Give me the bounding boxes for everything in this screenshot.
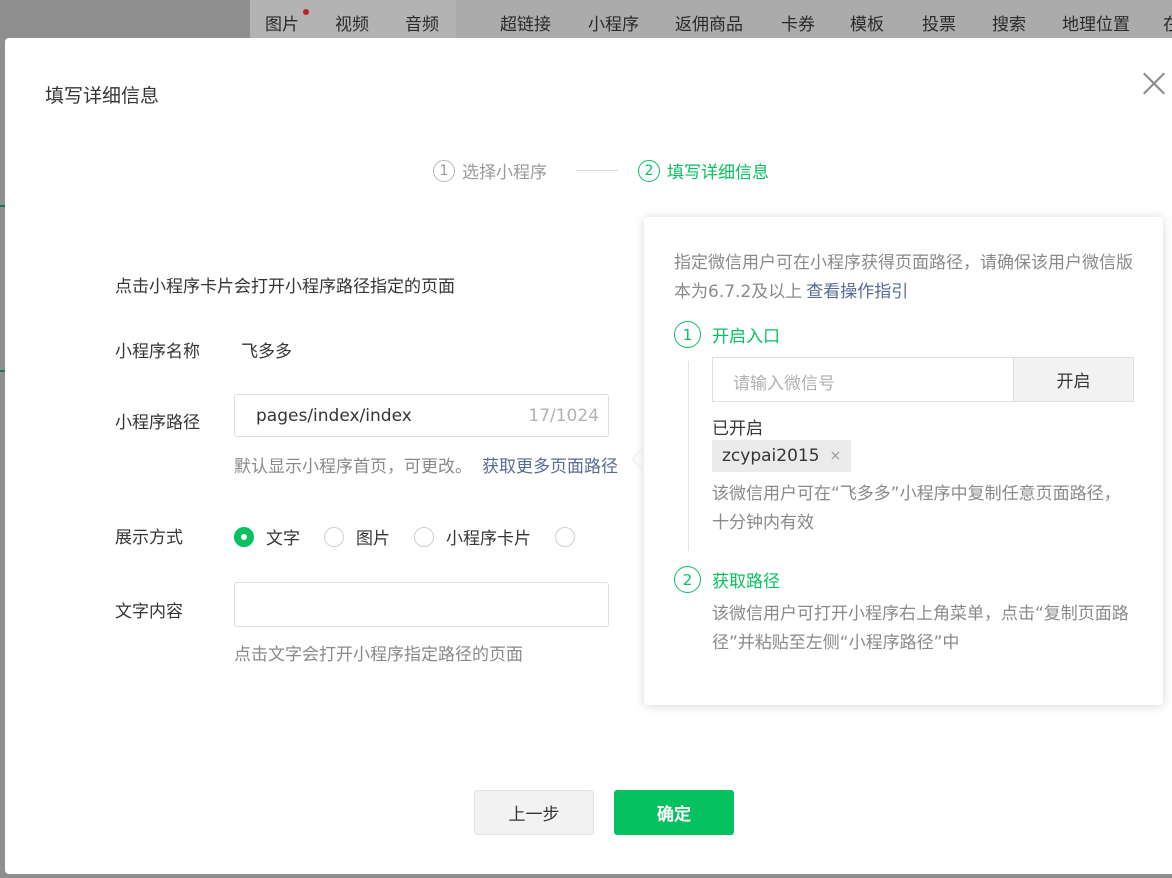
editor-toolbar: 图片 视频 音频 超链接 小程序 返佣商品 卡券 模板 投票 搜索 地理位置 在: [250, 0, 1172, 42]
toolbar-item-commission[interactable]: 返佣商品: [675, 10, 743, 35]
opened-user-tag: zcypai2015 ×: [712, 440, 852, 472]
toolbar-item-search[interactable]: 搜索: [992, 10, 1026, 35]
opened-label: 已开启: [712, 419, 763, 439]
step-label: 选择小程序: [462, 163, 547, 183]
toolbar-item-location[interactable]: 地理位置: [1062, 10, 1130, 35]
step-timeline-line: [688, 361, 689, 551]
radio-dot[interactable]: [414, 526, 434, 547]
close-icon[interactable]: [1139, 68, 1169, 98]
step2-note: 该微信用户可打开小程序右上角菜单，点击“复制页面路径”并粘贴至左侧“小程序路径”…: [712, 604, 1129, 653]
step-number: 1: [433, 159, 455, 182]
step1-note: 该微信用户可在“飞多多”小程序中复制任意页面路径，十分钟内有效: [712, 484, 1121, 533]
name-label: 小程序名称: [115, 342, 200, 362]
radio-dot[interactable]: [555, 526, 575, 547]
path-input[interactable]: pages/index/index 17/1024: [234, 394, 609, 437]
radio-card[interactable]: 小程序卡片: [414, 524, 531, 549]
radio-image[interactable]: 图片: [324, 524, 390, 549]
step-connector: [576, 170, 618, 171]
toolbar-item-template[interactable]: 模板: [850, 10, 884, 35]
more-paths-link[interactable]: 获取更多页面路径: [482, 457, 618, 477]
step-number: 2: [674, 566, 701, 593]
text-content-hint: 点击文字会打开小程序指定路径的页面: [234, 645, 523, 665]
toolbar-item-more[interactable]: 在: [1163, 10, 1172, 35]
step-select-miniprogram: 1 选择小程序: [433, 158, 547, 183]
step-label: 填写详细信息: [667, 163, 769, 183]
open-button[interactable]: 开启: [1013, 357, 1134, 402]
radio-label: 图片: [356, 529, 390, 549]
confirm-button[interactable]: 确定: [614, 790, 734, 835]
popover-intro: 指定微信用户可在小程序获得页面路径，请确保该用户微信版本为6.7.2及以上 查看操…: [674, 249, 1144, 307]
prev-step-button[interactable]: 上一步: [474, 790, 594, 835]
popover-step-2: 2 获取路径: [674, 566, 780, 593]
step-title: 开启入口: [712, 327, 780, 347]
toolbar-item-vote[interactable]: 投票: [922, 10, 956, 35]
step-fill-details: 2 填写详细信息: [638, 158, 769, 183]
step-number: 2: [638, 159, 660, 182]
text-content-input[interactable]: [234, 582, 609, 627]
radio-label: 小程序卡片: [446, 529, 531, 549]
wechat-id-input[interactable]: 请输入微信号: [712, 357, 1013, 402]
path-char-counter: 17/1024: [528, 406, 599, 426]
radio-hidden-option[interactable]: [555, 526, 575, 547]
toolbar-item-coupon[interactable]: 卡券: [781, 10, 815, 35]
name-value: 飞多多: [241, 342, 292, 362]
step-number: 1: [674, 321, 701, 348]
form-description: 点击小程序卡片会打开小程序路径指定的页面: [115, 277, 455, 297]
tag-text: zcypai2015: [722, 446, 820, 466]
dialog-title: 填写详细信息: [45, 85, 160, 107]
new-badge-dot: [303, 9, 309, 15]
guide-link[interactable]: 查看操作指引: [806, 282, 908, 302]
toolbar-item-link[interactable]: 超链接: [500, 10, 551, 35]
popover-step-1: 1 开启入口: [674, 321, 780, 348]
radio-dot[interactable]: [234, 526, 254, 547]
radio-dot[interactable]: [324, 526, 344, 547]
toolbar-item-audio[interactable]: 音频: [405, 10, 439, 35]
path-label: 小程序路径: [115, 413, 200, 433]
path-guide-popover: 指定微信用户可在小程序获得页面路径，请确保该用户微信版本为6.7.2及以上 查看操…: [644, 217, 1163, 705]
radio-text[interactable]: 文字: [234, 524, 300, 549]
display-radio-group: 文字 图片 小程序卡片: [234, 524, 599, 549]
step-title: 获取路径: [712, 572, 780, 592]
path-input-value: pages/index/index: [256, 406, 412, 426]
display-label: 展示方式: [115, 528, 183, 548]
radio-label: 文字: [266, 529, 300, 549]
text-content-label: 文字内容: [115, 602, 183, 622]
path-hint-text: 默认显示小程序首页，可更改。: [234, 457, 472, 477]
toolbar-item-image[interactable]: 图片: [265, 10, 299, 35]
path-hint: 默认显示小程序首页，可更改。 获取更多页面路径: [234, 452, 618, 477]
toolbar-item-miniprogram[interactable]: 小程序: [588, 10, 639, 35]
toolbar-item-video[interactable]: 视频: [335, 10, 369, 35]
wechat-id-placeholder: 请输入微信号: [733, 374, 835, 394]
tag-remove-icon[interactable]: ×: [830, 448, 842, 464]
